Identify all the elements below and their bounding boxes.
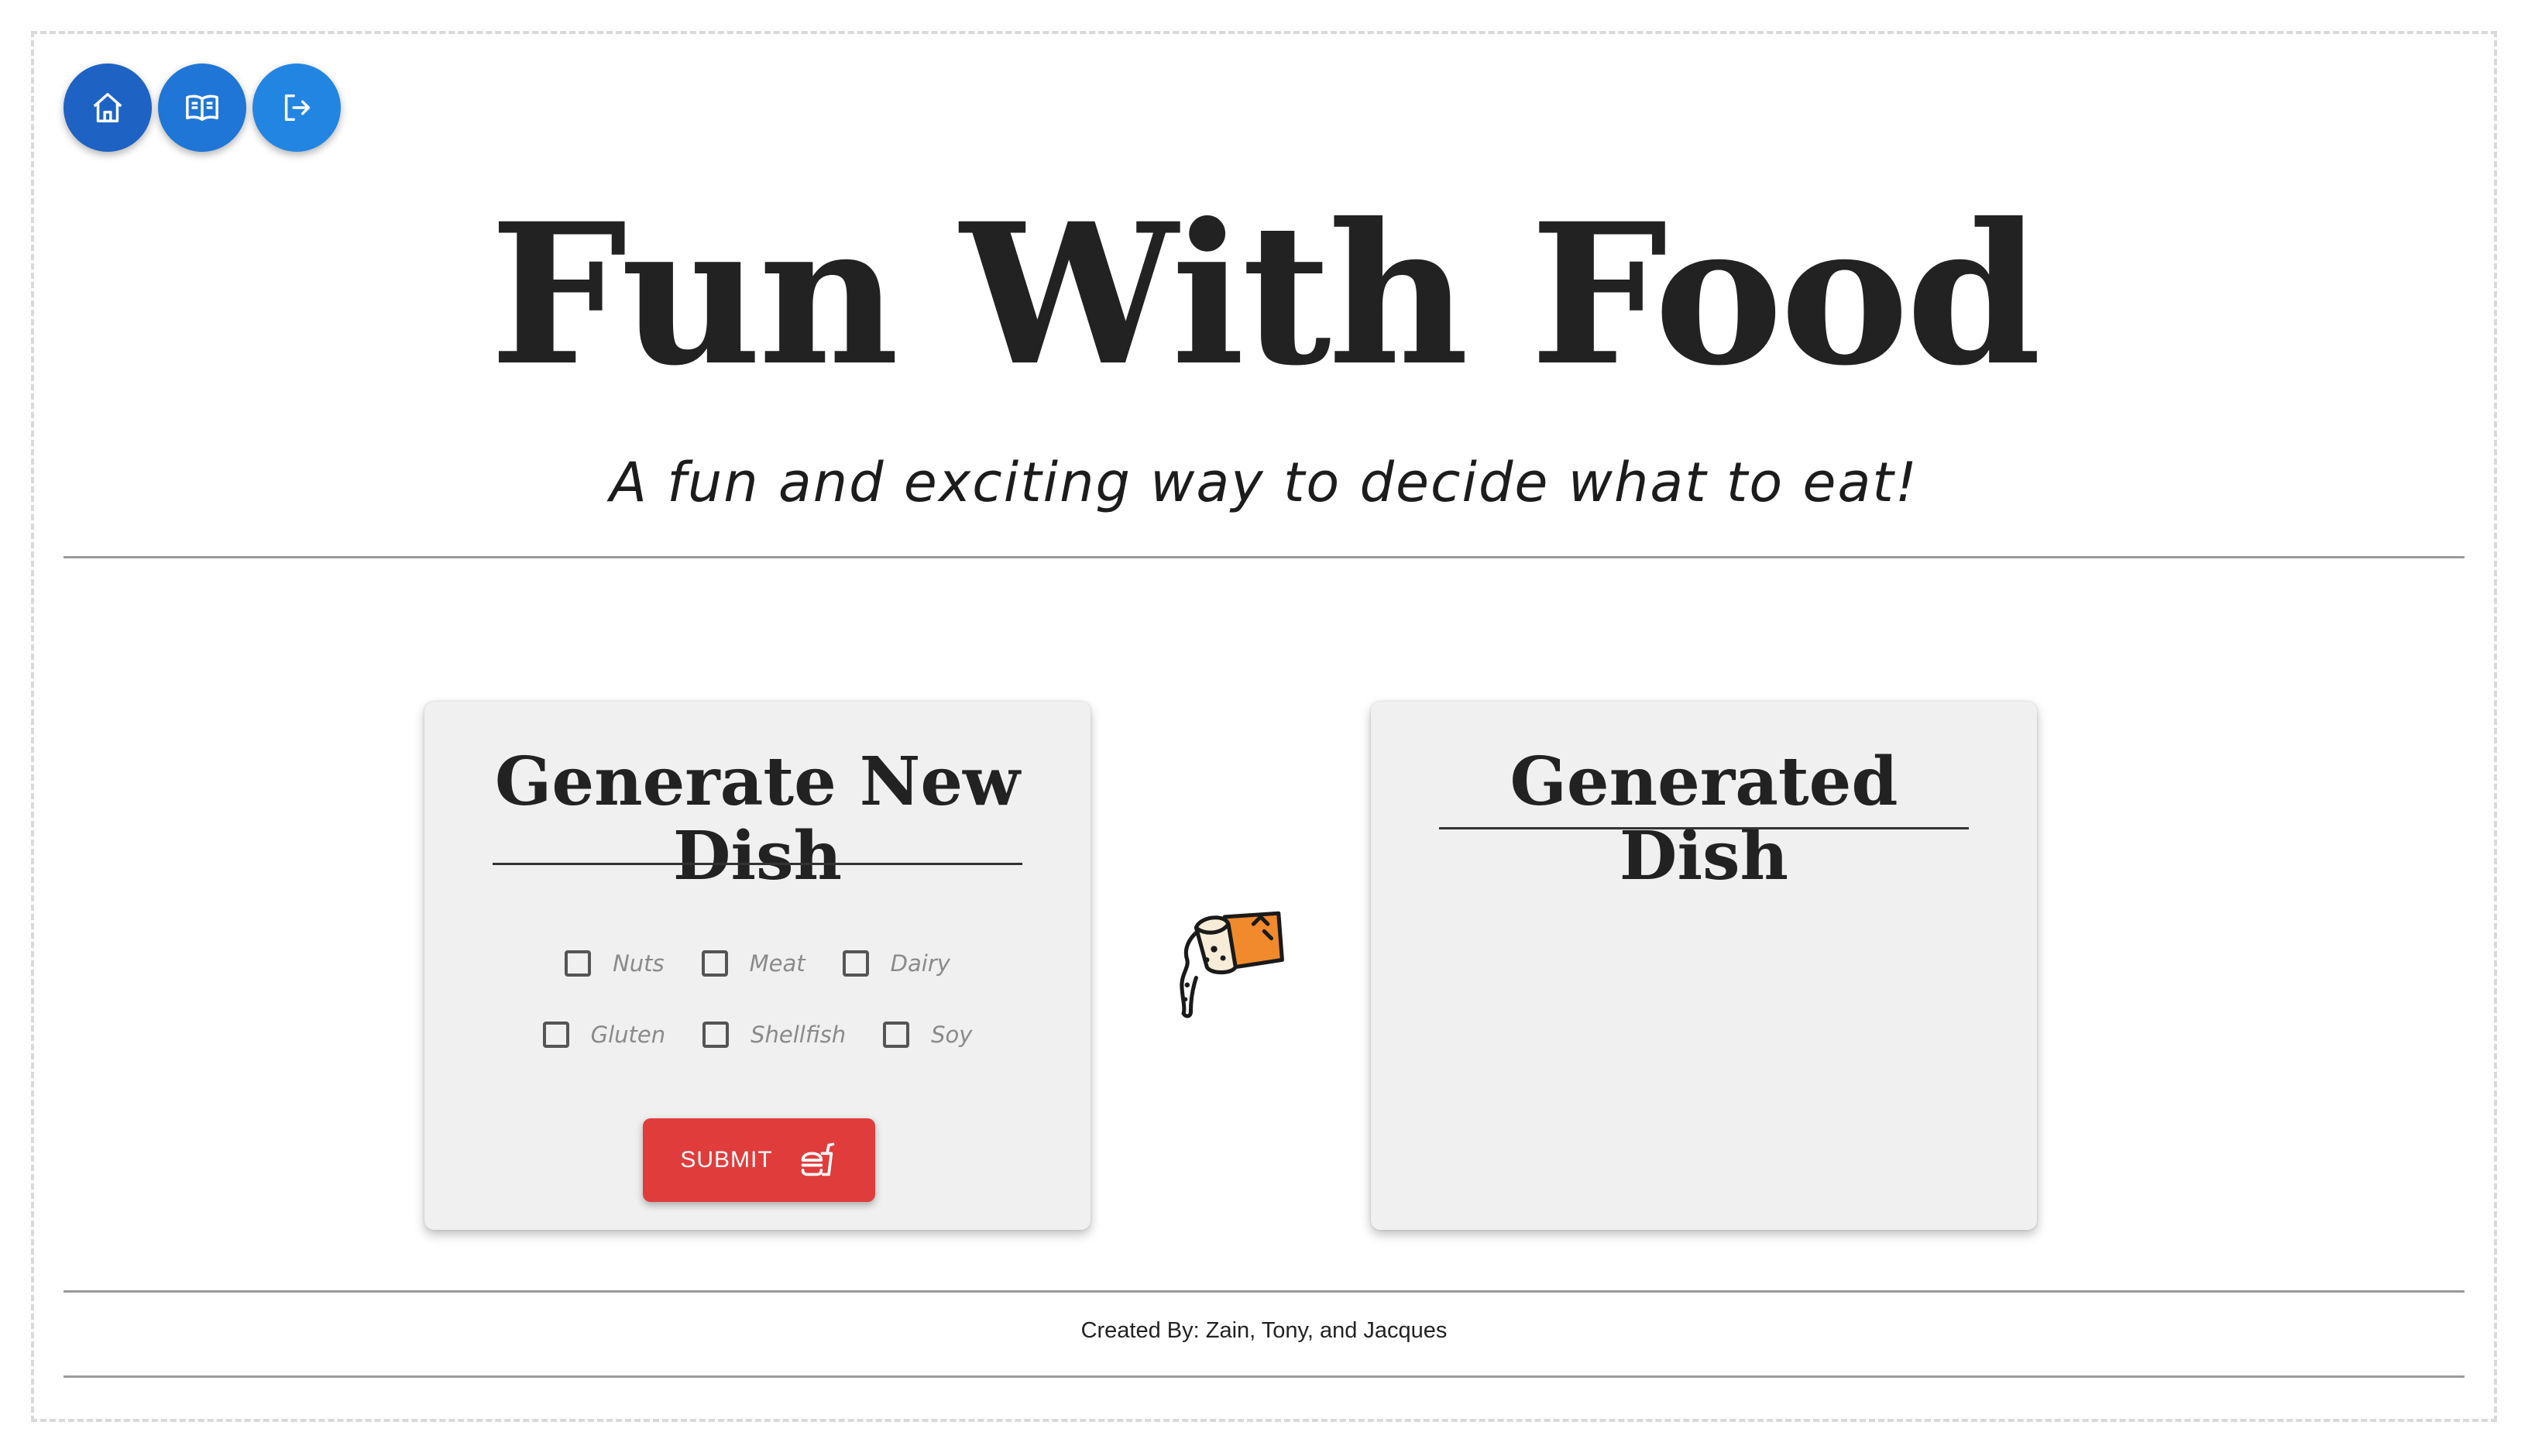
- generated-card-underline: [1439, 827, 1969, 829]
- shellfish-checkbox[interactable]: [702, 1022, 730, 1048]
- submit-button-label: SUBMIT: [680, 1147, 773, 1173]
- allergen-filters: Nuts Meat Dairy Gluten Shellfish Soy: [424, 942, 1091, 1084]
- allergen-label: Dairy: [890, 950, 950, 977]
- allergen-label: Soy: [931, 1022, 973, 1048]
- footer-credits: Created By: Zain, Tony, and Jacques: [1080, 1318, 1448, 1343]
- footer-top-divider: [64, 1290, 2464, 1293]
- nuts-checkbox[interactable]: [565, 950, 592, 977]
- recipes-button[interactable]: [158, 64, 246, 152]
- pouring-sauce-icon: [1180, 911, 1284, 1018]
- allergen-shellfish[interactable]: Shellfish: [702, 1022, 846, 1048]
- generated-card-title: Generated Dish: [1510, 743, 1898, 895]
- allergen-label: Meat: [749, 950, 805, 977]
- meat-checkbox[interactable]: [701, 950, 728, 977]
- dairy-checkbox[interactable]: [842, 950, 869, 977]
- allergen-label: Nuts: [613, 950, 665, 977]
- logout-button[interactable]: [252, 64, 341, 152]
- page-subtitle: A fun and exciting way to decide what to…: [610, 451, 1918, 514]
- allergen-label: Shellfish: [750, 1022, 847, 1048]
- allergen-nuts[interactable]: Nuts: [565, 950, 665, 977]
- book-icon: [186, 94, 218, 122]
- home-button[interactable]: [64, 64, 152, 152]
- logout-icon: [284, 94, 311, 122]
- gluten-checkbox[interactable]: [542, 1022, 569, 1048]
- allergen-gluten[interactable]: Gluten: [542, 1022, 666, 1048]
- soy-checkbox[interactable]: [883, 1022, 910, 1048]
- fastfood-icon: [801, 1142, 835, 1176]
- submit-button[interactable]: SUBMIT: [643, 1118, 875, 1202]
- allergen-soy[interactable]: Soy: [883, 1022, 972, 1048]
- allergen-row: Gluten Shellfish Soy: [424, 1013, 1091, 1056]
- home-icon: [93, 93, 122, 122]
- footer-bottom-divider: [64, 1375, 2464, 1378]
- allergen-dairy[interactable]: Dairy: [842, 950, 950, 977]
- generate-card-title: Generate New Dish: [494, 743, 1021, 895]
- generate-card-underline: [493, 863, 1022, 865]
- allergen-label: Gluten: [590, 1022, 666, 1048]
- header-divider: [64, 556, 2464, 558]
- page-title: Fun With Food: [489, 180, 2041, 408]
- nav-button-group: [64, 64, 341, 152]
- generate-dish-card: Generate New Dish Nuts Meat Dairy Gluten: [424, 702, 1091, 1230]
- allergen-row: Nuts Meat Dairy: [424, 942, 1091, 985]
- generated-dish-card: Generated Dish: [1371, 702, 2037, 1230]
- allergen-meat[interactable]: Meat: [701, 950, 805, 977]
